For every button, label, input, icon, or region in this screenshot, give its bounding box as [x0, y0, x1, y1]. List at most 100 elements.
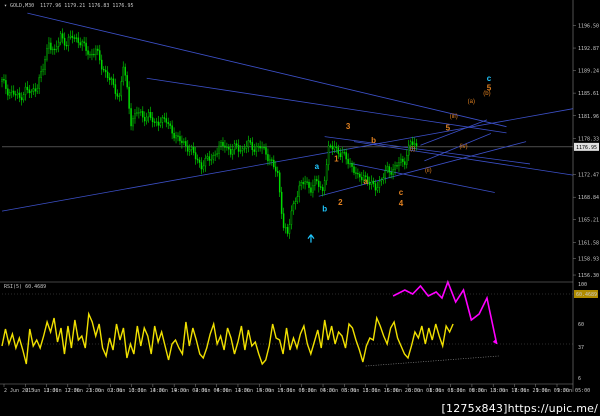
candle-body	[208, 156, 211, 161]
candle-body	[77, 37, 80, 43]
candle-body	[224, 145, 226, 148]
candle-body	[190, 147, 193, 150]
header-triangle-icon: ▾	[4, 3, 7, 9]
candle-body	[233, 143, 236, 150]
candle-body	[167, 122, 169, 124]
candle-body	[116, 93, 119, 97]
candle-body	[183, 141, 185, 144]
candle-body	[271, 159, 273, 161]
candle-body	[278, 172, 281, 193]
candle-body	[9, 92, 11, 96]
price-tick-label: 1161.58	[578, 240, 599, 246]
candle-body	[304, 181, 306, 185]
candle-body	[378, 180, 381, 188]
candle-body	[61, 33, 64, 39]
candle-body	[34, 88, 36, 92]
candle-body	[67, 37, 70, 46]
candle-body	[165, 118, 167, 123]
candle-body	[89, 54, 91, 56]
candle-body	[392, 169, 394, 175]
candle-body	[415, 143, 418, 147]
candle-body	[44, 59, 46, 70]
candle-body	[11, 90, 13, 93]
candle-body	[276, 171, 279, 173]
wave-label: 3	[346, 122, 351, 131]
ohlc-values: 1177.96 1179.21 1176.83 1176.95	[40, 3, 133, 9]
wave-label: 4	[399, 199, 404, 208]
candle-body	[187, 145, 189, 152]
candle-body	[249, 140, 252, 143]
candle-body	[214, 154, 216, 156]
candle-body	[142, 111, 144, 118]
candle-body	[333, 146, 336, 150]
candle-body	[212, 155, 214, 160]
rsi-support-line	[365, 355, 499, 367]
price-tick-label: 1189.24	[578, 69, 599, 75]
candle-body	[331, 145, 334, 150]
candle-body	[75, 37, 78, 39]
candle-body	[320, 186, 322, 188]
rsi-pane: 100 60 37 6 60.4689	[1, 279, 598, 382]
candle-body	[65, 45, 68, 47]
candle-body	[257, 146, 259, 148]
candle-body	[386, 166, 388, 171]
candle-body	[173, 133, 175, 139]
candle-body	[343, 152, 345, 154]
candle-body	[251, 142, 254, 150]
candle-body	[396, 165, 398, 167]
candle-body	[149, 112, 152, 118]
candle-body	[110, 78, 113, 81]
price-tick-label: 1178.33	[578, 136, 599, 142]
candle-body	[102, 69, 105, 71]
candle-body	[355, 172, 357, 174]
candle-body	[380, 179, 383, 182]
up-arrow-icon	[307, 234, 315, 243]
candle-body	[106, 71, 109, 78]
chart-canvas[interactable]: 1176.95312 45bac(i)(ii)(iii)(iv)(a)(b)abc…	[0, 0, 600, 416]
candle-body	[169, 123, 171, 126]
trendline	[146, 77, 507, 134]
candle-body	[59, 33, 62, 43]
candle-body	[46, 47, 48, 60]
candle-body	[361, 176, 363, 181]
candle-body	[1, 79, 3, 82]
candle-body	[20, 97, 23, 101]
candle-body	[206, 156, 209, 159]
candle-body	[247, 140, 250, 147]
candle-body	[216, 153, 218, 156]
candle-body	[300, 182, 302, 187]
candle-body	[200, 162, 203, 170]
candle-body	[228, 146, 230, 150]
candle-body	[97, 48, 99, 51]
price-tick-label: 1181.96	[578, 114, 599, 120]
candle-body	[312, 185, 314, 193]
candle-body	[218, 145, 220, 154]
wave-label: 2	[338, 198, 343, 207]
candle-body	[388, 166, 390, 173]
candle-body	[196, 158, 199, 161]
wave-label: c	[399, 188, 404, 197]
wave-label: 1	[334, 154, 339, 163]
candle-body	[120, 81, 123, 97]
candle-body	[280, 191, 283, 214]
wave-label: c	[487, 74, 492, 83]
candle-body	[402, 158, 404, 162]
candle-body	[261, 147, 263, 149]
watermark-text: [1275x843]https://upic.me/	[441, 402, 598, 415]
wave-label: a	[363, 177, 368, 186]
candle-body	[384, 170, 387, 178]
candle-body	[226, 146, 228, 149]
candle-body	[122, 66, 124, 82]
candle-body	[230, 149, 232, 155]
candle-body	[202, 165, 205, 170]
candle-body	[177, 135, 179, 137]
trading-chart-window: 1176.95 3 1 2 4 5 b a c (i) (ii) (iii) (iv) (a) (b) a b c…	[0, 0, 600, 416]
candle-body	[24, 86, 27, 95]
candle-body	[185, 141, 187, 147]
price-tick-label: 1172.47	[578, 173, 599, 179]
candle-body	[144, 117, 146, 122]
trendline	[420, 119, 488, 146]
candle-body	[298, 185, 300, 198]
candle-body	[284, 227, 287, 229]
candle-body	[63, 37, 66, 46]
